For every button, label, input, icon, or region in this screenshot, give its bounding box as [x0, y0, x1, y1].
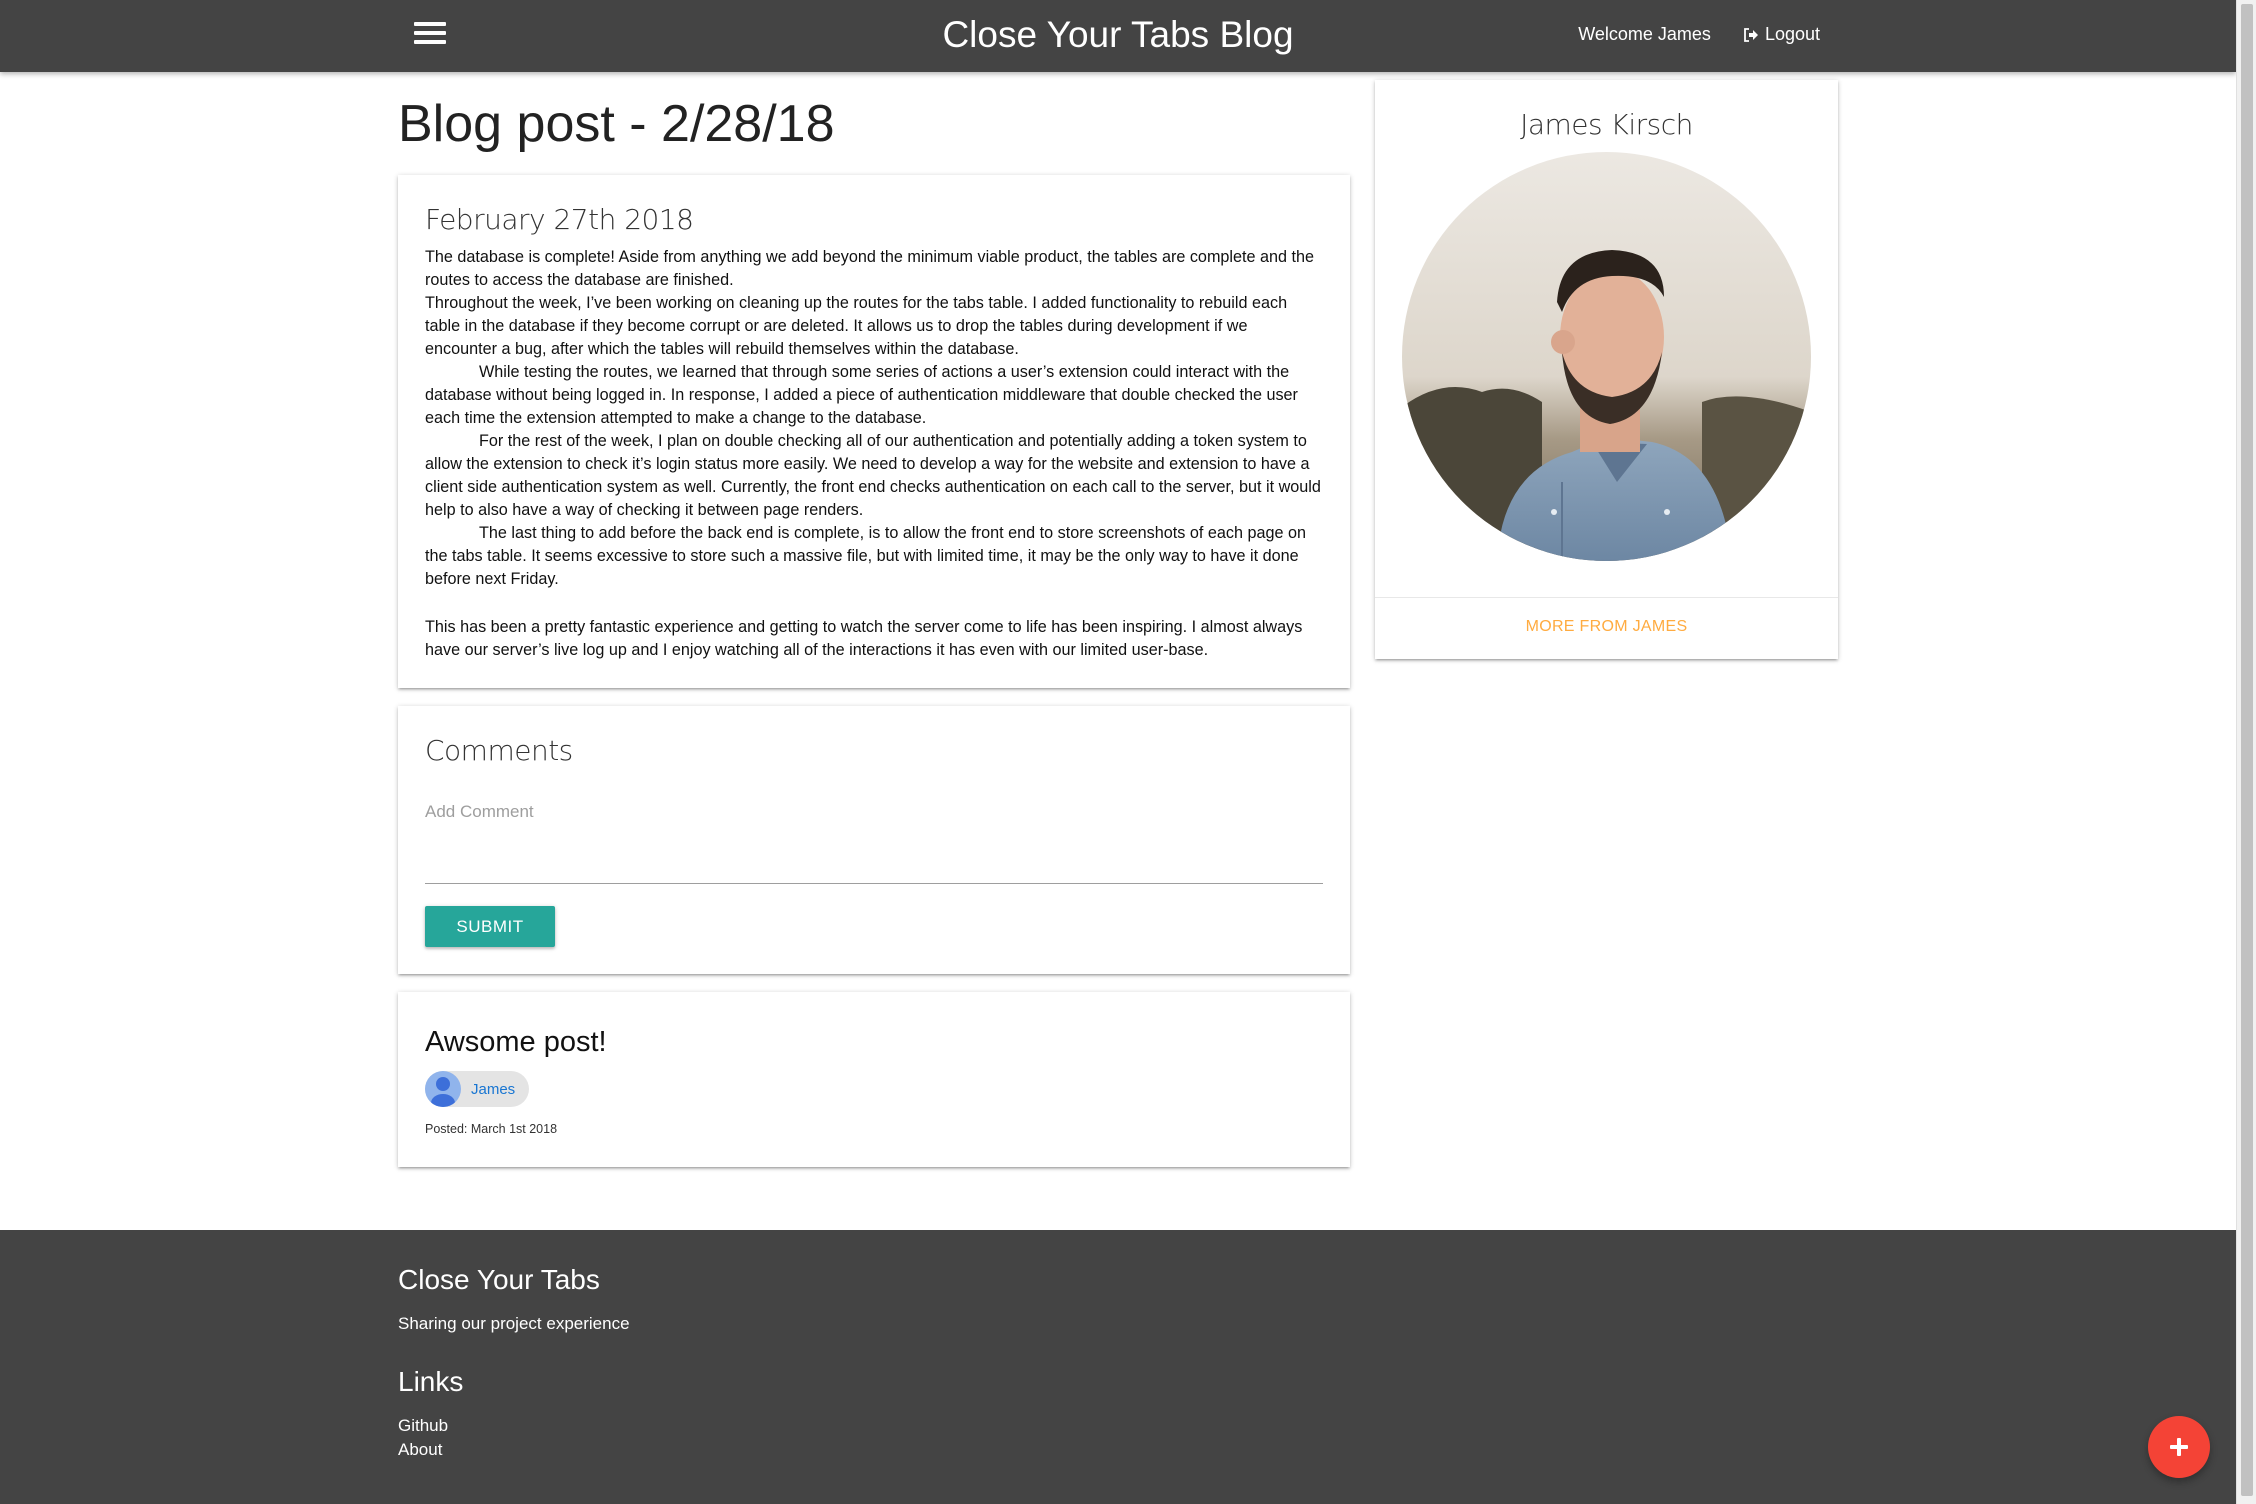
footer-title: Close Your Tabs	[398, 1264, 600, 1295]
author-profile-card: James Kirsch MORE FROM JAMES	[1375, 80, 1838, 659]
post-date: February 27th 2018	[425, 203, 694, 236]
scrollbar-thumb[interactable]	[2241, 4, 2253, 1496]
comments-form-card: Comments Add Comment SUBMIT	[398, 706, 1350, 974]
add-post-fab-button[interactable]	[2148, 1416, 2210, 1478]
post-paragraph: While testing the routes, we learned tha…	[425, 363, 1298, 427]
logout-label: Logout	[1764, 24, 1820, 44]
post-paragraph: The last thing to add before the back en…	[425, 524, 1306, 588]
nav-right: Welcome James Logout	[1578, 24, 1820, 45]
post-paragraph: This has been a pretty fantastic experie…	[425, 618, 1303, 659]
author-portrait-photo	[1402, 152, 1811, 561]
page-footer: Close Your Tabs Sharing our project expe…	[0, 1230, 2236, 1504]
add-comment-input[interactable]	[425, 826, 1323, 884]
footer-links-title: Links	[398, 1366, 464, 1397]
comment-text: Awsome post!	[425, 1026, 607, 1058]
footer-link-github[interactable]: Github	[398, 1416, 448, 1436]
post-body: The database is complete! Aside from any…	[425, 246, 1323, 662]
add-comment-label: Add Comment	[425, 802, 534, 821]
comments-title: Comments	[425, 734, 573, 767]
more-from-author-link[interactable]: MORE FROM JAMES	[1375, 618, 1838, 636]
post-paragraph: The database is complete! Aside from any…	[425, 248, 1315, 289]
submit-button[interactable]: SUBMIT	[425, 906, 555, 947]
brand-title: Close Your Tabs Blog	[0, 12, 2236, 58]
blog-post-card: February 27th 2018 The database is compl…	[398, 175, 1350, 688]
portrait-illustration	[1402, 152, 1811, 561]
author-name: James Kirsch	[1520, 108, 1693, 141]
brand-link[interactable]: Close Your Tabs Blog	[942, 14, 1293, 55]
comment-author: James	[471, 1080, 516, 1098]
top-navbar: Close Your Tabs Blog Welcome James Logou…	[0, 0, 2236, 72]
comment-item: Awsome post! James Posted: March 1st 201…	[398, 992, 1350, 1167]
profile-divider	[1375, 597, 1838, 598]
page-title: Blog post - 2/28/18	[398, 95, 835, 153]
welcome-text: Welcome James	[1578, 24, 1711, 44]
post-paragraph: For the rest of the week, I plan on doub…	[425, 432, 1321, 519]
comment-posted-date: Posted: March 1st 2018	[425, 1122, 558, 1136]
hamburger-menu-icon[interactable]	[414, 22, 446, 50]
footer-tagline: Sharing our project experience	[398, 1314, 630, 1333]
comment-author-chip[interactable]: James	[425, 1071, 530, 1107]
page-scrollbar[interactable]	[2236, 0, 2256, 1504]
user-avatar-icon	[425, 1071, 461, 1107]
logout-button[interactable]: Logout	[1743, 24, 1820, 45]
footer-link-about[interactable]: About	[398, 1440, 442, 1460]
post-paragraph: Throughout the week, I’ve been working o…	[425, 294, 1288, 358]
sign-out-icon	[1744, 27, 1758, 42]
